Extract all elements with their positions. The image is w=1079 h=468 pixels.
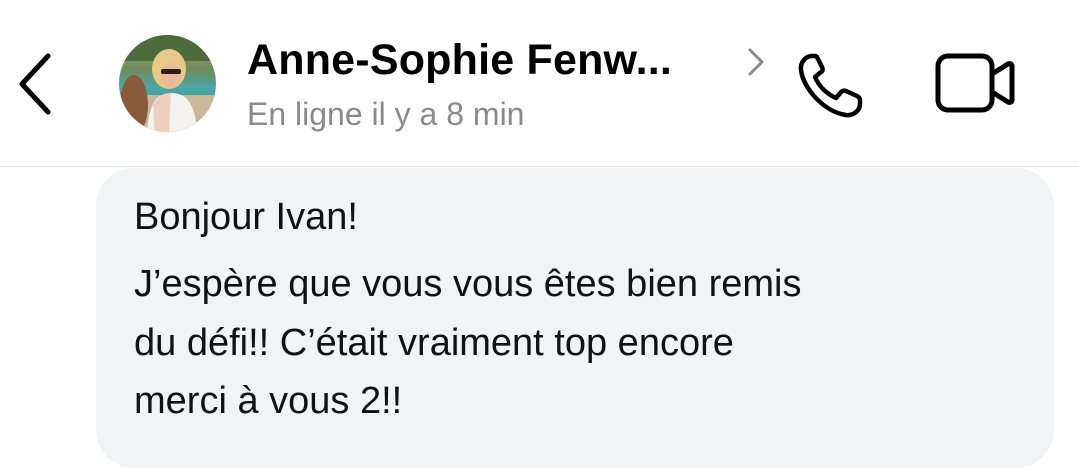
avatar[interactable]: [119, 35, 216, 132]
presence-status: En ligne il y a 8 min: [247, 96, 525, 132]
chevron-right-icon[interactable]: [744, 44, 768, 80]
message-line: merci à vous 2!!: [134, 380, 403, 422]
avatar-photo: [119, 35, 216, 132]
back-chevron-icon[interactable]: [10, 48, 60, 118]
message-line: Bonjour Ivan!: [134, 196, 358, 238]
phone-icon[interactable]: [794, 50, 866, 122]
chat-header: Anne-Sophie Fenw... En ligne il y a 8 mi…: [0, 0, 1079, 167]
contact-name[interactable]: Anne-Sophie Fenw...: [247, 36, 672, 85]
video-camera-icon[interactable]: [934, 52, 1016, 114]
message-line: J’espère que vous vous êtes bien remis: [134, 263, 802, 305]
message-line: du défi!! C’était vraiment top encore: [134, 322, 734, 364]
